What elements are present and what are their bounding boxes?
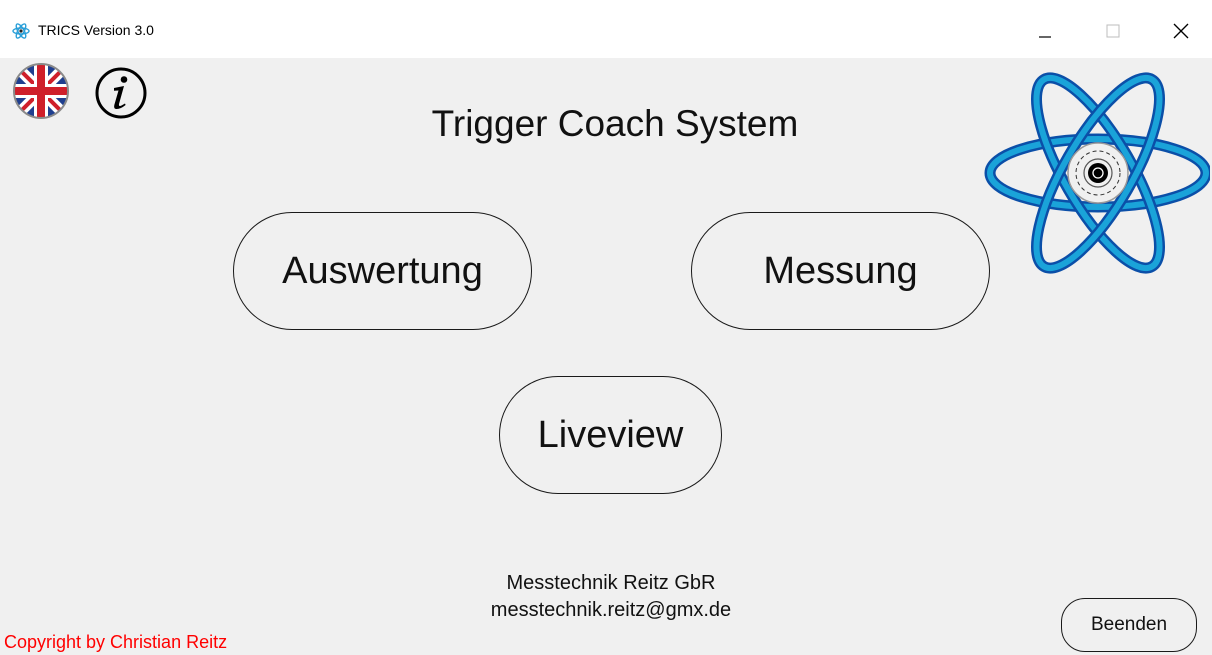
exit-button[interactable]: Beenden	[1061, 598, 1197, 652]
messung-button[interactable]: Messung	[691, 212, 990, 330]
maximize-icon	[1106, 24, 1120, 43]
maximize-button[interactable]	[1090, 10, 1136, 56]
app-atom-icon	[12, 22, 30, 40]
close-icon	[1173, 23, 1189, 44]
info-button[interactable]	[94, 66, 148, 120]
minimize-button[interactable]	[1022, 10, 1068, 56]
language-button[interactable]	[12, 62, 70, 120]
page-title: Trigger Coach System	[431, 103, 799, 144]
company-email: messtechnik.reitz@gmx.de	[490, 599, 732, 621]
atom-target-logo	[980, 63, 1212, 287]
minimize-icon	[1038, 24, 1052, 43]
liveview-button[interactable]: Liveview	[499, 376, 722, 494]
company-name: Messtechnik Reitz GbR	[506, 572, 716, 594]
company-info: Messtechnik Reitz GbR messtechnik.reitz@…	[400, 570, 822, 624]
uk-flag-icon	[12, 63, 70, 124]
title-bar: TRICS Version 3.0	[0, 0, 1212, 58]
copyright-text: Copyright by Christian Reitz	[4, 632, 228, 652]
window-title: TRICS Version 3.0	[38, 22, 154, 38]
close-button[interactable]	[1158, 10, 1204, 56]
auswertung-button[interactable]: Auswertung	[233, 212, 532, 330]
info-icon	[94, 67, 148, 124]
